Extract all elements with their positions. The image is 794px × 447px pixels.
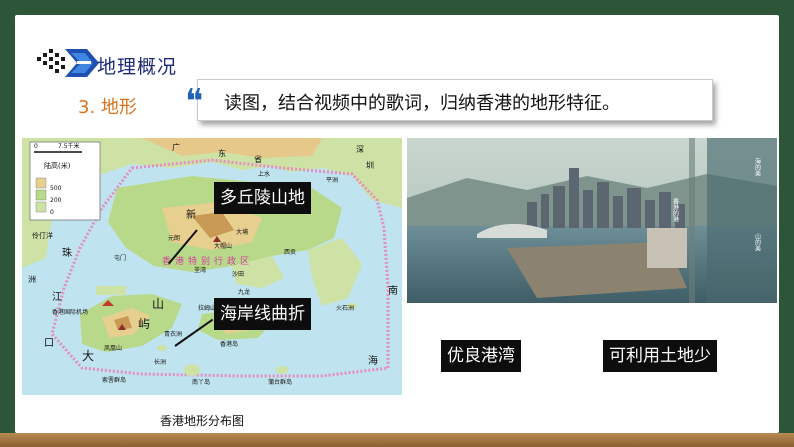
- legend-value-200: 200: [50, 197, 62, 204]
- map-label-kou: 口: [44, 338, 54, 349]
- legend-value-0: 0: [50, 209, 54, 216]
- harbor-label: 优良港湾: [441, 340, 521, 372]
- map-label-fenghuangshan: 凤凰山: [104, 344, 122, 352]
- video-subtitle-mountain: 山的美: [754, 232, 761, 252]
- map-label-putai: 蒲台群岛: [268, 378, 292, 386]
- map-caption: 香港地形分布图: [160, 414, 245, 428]
- map-label-dong: 东: [218, 148, 226, 158]
- map-label-qingyizhou: 青衣洲: [164, 330, 182, 338]
- map-label-huoshizhou: 火石洲: [336, 305, 354, 312]
- map-label-shan: 山: [152, 297, 164, 311]
- map-label-damaoshan: 大帽山: [214, 242, 232, 250]
- map-label-zhu: 珠: [62, 246, 72, 259]
- map-label-zhen: 圳: [366, 160, 374, 170]
- map-label-yu: 屿: [138, 317, 150, 331]
- map-label-jiulong: 九龙: [238, 288, 250, 296]
- map-label-lingdingyang: 伶仃洋: [32, 231, 53, 240]
- map-label-hai: 海: [368, 354, 378, 367]
- map-label-xigong: 西贡: [284, 249, 296, 256]
- map-label-airport: 香港国际机场: [52, 308, 88, 316]
- scale-zero-label: 0: [34, 143, 38, 150]
- map-label-tunmen: 屯门: [114, 254, 126, 262]
- map-label-pingzhou: 平洲: [326, 177, 338, 184]
- map-label-changzhou: 长洲: [154, 358, 166, 366]
- section-title: 地理概况: [97, 56, 178, 78]
- map-label-nan: 南: [388, 284, 398, 297]
- land-label: 可利用土地少: [603, 340, 717, 372]
- map-label-shatian: 沙田: [232, 271, 244, 278]
- arrow-logo-icon: [37, 49, 99, 77]
- map-label-zhou: 洲: [28, 275, 36, 284]
- map-label-sheng: 省: [254, 154, 262, 164]
- legend-value-500: 500: [50, 185, 62, 192]
- map-label-xin: 新: [186, 208, 196, 221]
- coast-label: 海岸线曲折: [214, 298, 311, 330]
- map-label-da: 大: [82, 349, 94, 363]
- quote-icon: ❝: [185, 82, 204, 122]
- map-label-suogu: 索罟群岛: [102, 376, 126, 384]
- map-label-yuanlang: 元朗: [168, 234, 180, 242]
- map-label-jiang: 江: [52, 291, 62, 303]
- harbor-video-frame: 香港的港 海的美 山的美: [407, 138, 777, 303]
- video-subtitle-sea: 海的美: [754, 157, 761, 177]
- legend-title: 陆高(米): [44, 161, 71, 170]
- map-label-shen: 深: [356, 145, 364, 154]
- map-label-xianggangdao: 香港岛: [220, 340, 238, 348]
- map-label-guang: 广: [172, 142, 180, 152]
- hong-kong-terrain-map: 0 7.5千米 陆高(米) 500 200 0 广 东 省 深 圳 上水 平洲 …: [22, 138, 402, 395]
- instruction-box: 读图，结合视频中的歌词，归纳香港的地形特征。: [197, 79, 713, 121]
- hills-label: 多丘陵山地: [214, 182, 311, 214]
- wood-ledge: [0, 433, 794, 447]
- video-subtitle-left: 香港的港: [672, 197, 679, 223]
- map-label-shangshui: 上水: [258, 170, 270, 178]
- instruction-text: 读图，结合视频中的歌词，归纳香港的地形特征。: [224, 93, 620, 114]
- map-label-nanyadao: 南丫岛: [192, 378, 210, 386]
- scale-label: 7.5千米: [58, 142, 80, 150]
- subsection-title: 3. 地形: [78, 97, 137, 118]
- map-label-quanwan: 荃湾: [194, 266, 206, 274]
- map-label-dapu: 大埔: [236, 228, 248, 236]
